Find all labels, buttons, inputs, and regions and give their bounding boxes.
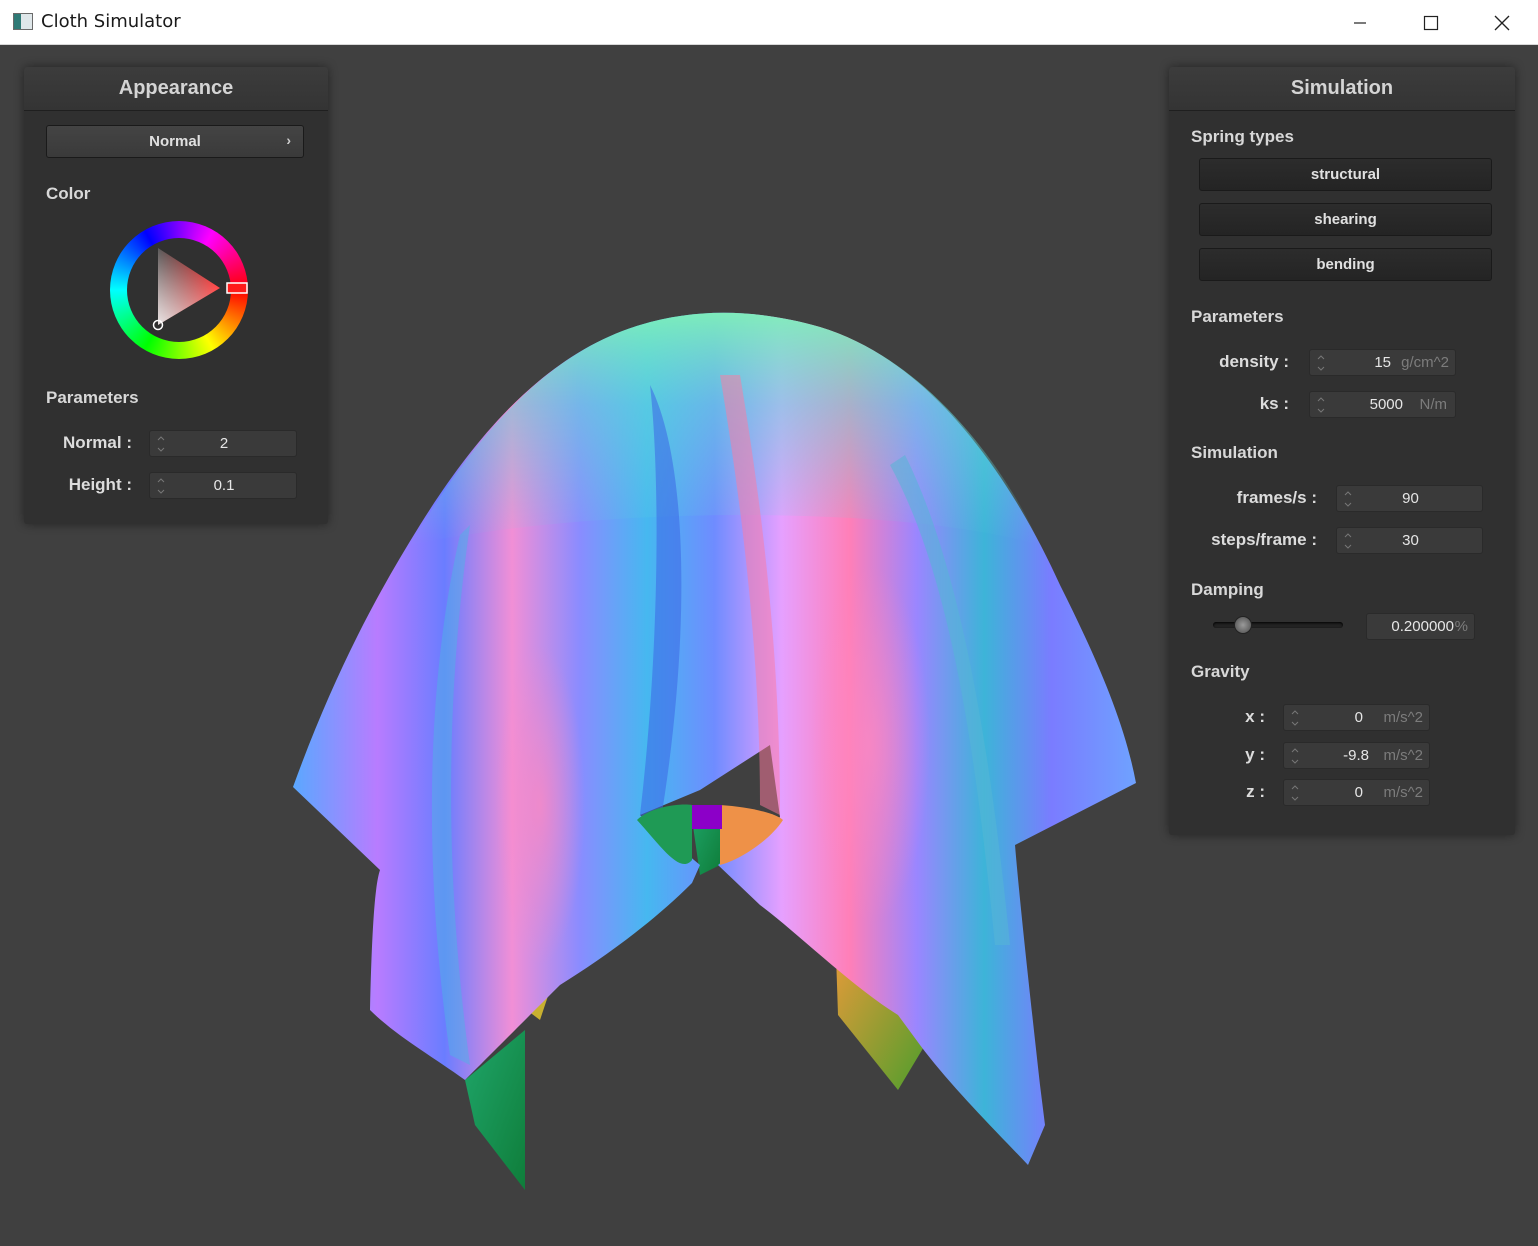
ks-input[interactable]: 5000 N/m <box>1309 391 1456 418</box>
simulation-parameters-label: Parameters <box>1191 307 1284 326</box>
steps-per-frame-input[interactable]: 30 <box>1336 527 1483 554</box>
shearing-toggle[interactable]: shearing <box>1199 203 1492 236</box>
spinner-arrows-icon[interactable] <box>1290 708 1300 728</box>
gravity-y-unit: m/s^2 <box>1383 747 1423 764</box>
close-button[interactable] <box>1467 0 1537 45</box>
window-title: Cloth Simulator <box>41 11 181 32</box>
height-input[interactable]: 0.1 <box>149 472 297 499</box>
minimize-icon <box>1354 21 1366 24</box>
frames-per-second-input[interactable]: 90 <box>1336 485 1483 512</box>
close-icon <box>1494 15 1510 30</box>
gravity-z-input[interactable]: 0 m/s^2 <box>1283 779 1430 806</box>
gravity-x-unit: m/s^2 <box>1383 709 1423 726</box>
height-value: 0.1 <box>213 477 235 494</box>
spring-types-label: Spring types <box>1191 127 1294 146</box>
density-unit: g/cm^2 <box>1401 354 1449 371</box>
chevron-right-icon: › <box>286 132 291 148</box>
ks-unit: N/m <box>1419 396 1448 413</box>
hue-selector-handle[interactable] <box>226 282 248 294</box>
maximize-button[interactable] <box>1396 0 1466 45</box>
normal-input[interactable]: 2 <box>149 430 297 457</box>
appearance-parameters-label: Parameters <box>46 388 139 407</box>
appearance-panel: Appearance Normal › Color Parameters Nor… <box>24 67 328 524</box>
color-label: Color <box>46 184 91 203</box>
gravity-x-label: x : <box>1245 707 1265 726</box>
gravity-y-value: -9.8 <box>1343 747 1369 764</box>
spinner-arrows-icon[interactable] <box>1290 746 1300 766</box>
density-value: 15 <box>1374 354 1391 371</box>
bending-toggle[interactable]: bending <box>1199 248 1492 281</box>
shader-dropdown[interactable]: Normal › <box>46 125 304 158</box>
damping-unit: % <box>1454 618 1468 635</box>
title-bar: Cloth Simulator <box>0 0 1538 45</box>
ks-label: ks : <box>1259 394 1289 413</box>
gravity-z-unit: m/s^2 <box>1383 784 1423 801</box>
spinner-arrows-icon[interactable] <box>1316 395 1326 415</box>
gravity-z-value: 0 <box>1354 784 1363 801</box>
gravity-label: Gravity <box>1191 662 1250 681</box>
maximize-icon <box>1423 15 1439 30</box>
gravity-y-input[interactable]: -9.8 m/s^2 <box>1283 742 1430 769</box>
appearance-header: Appearance <box>24 67 328 111</box>
frames-per-second-value: 90 <box>1402 490 1419 507</box>
gravity-x-input[interactable]: 0 m/s^2 <box>1283 704 1430 731</box>
gravity-y-label: y : <box>1245 745 1265 764</box>
height-label: Height : <box>68 475 132 494</box>
gravity-z-label: z : <box>1246 782 1265 801</box>
minimize-button[interactable] <box>1325 0 1395 45</box>
steps-per-frame-label: steps/frame : <box>1211 530 1317 549</box>
simulation-section-label: Simulation <box>1191 443 1278 462</box>
ks-value: 5000 <box>1369 396 1403 413</box>
density-input[interactable]: 15 g/cm^2 <box>1309 349 1456 376</box>
color-wheel[interactable] <box>110 221 248 359</box>
structural-toggle[interactable]: structural <box>1199 158 1492 191</box>
gravity-x-value: 0 <box>1354 709 1363 726</box>
simulation-header: Simulation <box>1169 67 1515 111</box>
app-icon <box>13 13 33 30</box>
simulation-panel: Simulation Spring types structural shear… <box>1169 67 1515 835</box>
spinner-arrows-icon[interactable] <box>1316 353 1326 373</box>
damping-slider-handle[interactable] <box>1234 616 1252 634</box>
normal-value: 2 <box>219 435 229 452</box>
shader-dropdown-label: Normal <box>149 133 201 150</box>
frames-per-second-label: frames/s : <box>1236 488 1317 507</box>
spinner-arrows-icon[interactable] <box>1290 783 1300 803</box>
density-label: density : <box>1219 352 1289 371</box>
steps-per-frame-value: 30 <box>1402 532 1419 549</box>
damping-label: Damping <box>1191 580 1264 599</box>
damping-input[interactable]: 0.200000 % <box>1366 613 1475 640</box>
damping-slider[interactable] <box>1213 616 1343 634</box>
damping-value: 0.200000 <box>1391 618 1454 635</box>
color-triangle[interactable] <box>110 221 248 359</box>
normal-label: Normal : <box>63 433 132 452</box>
